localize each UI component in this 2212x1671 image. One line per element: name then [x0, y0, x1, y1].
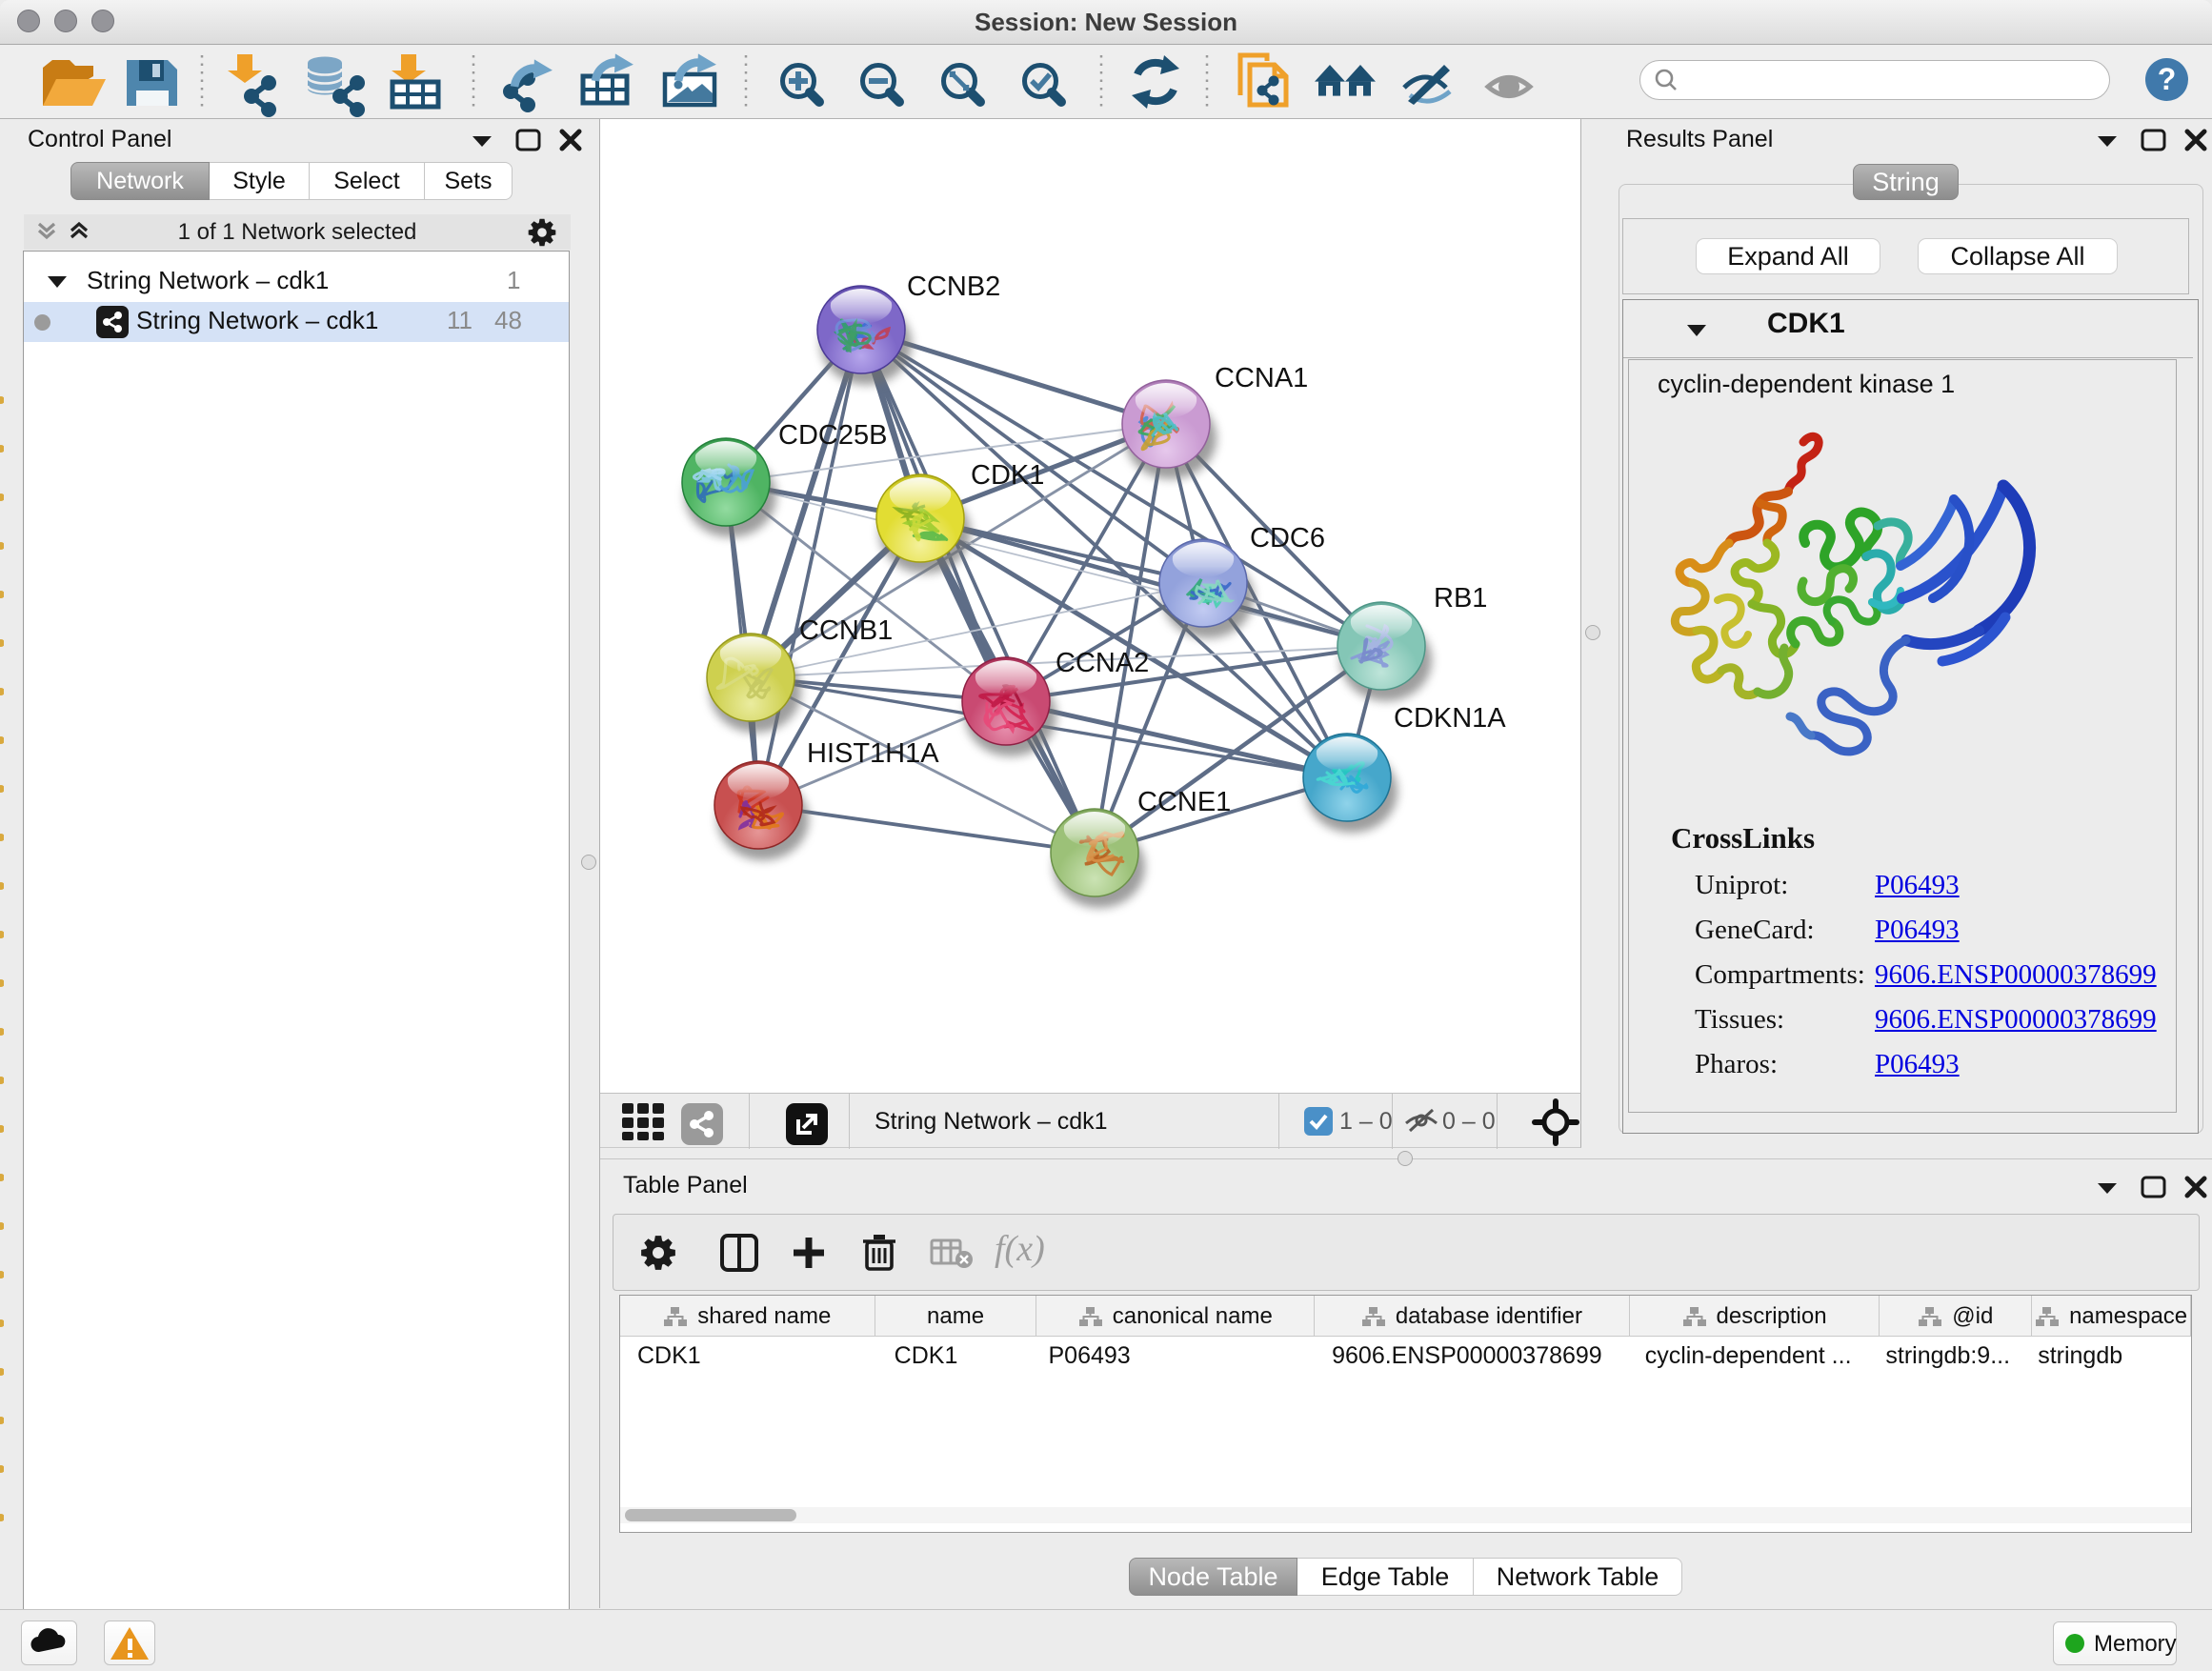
svg-text:CCNB2: CCNB2 [907, 272, 1000, 302]
svg-text:CDC25B: CDC25B [778, 420, 887, 451]
svg-text:CCNA2: CCNA2 [1056, 648, 1149, 678]
svg-text:CCNB1: CCNB1 [799, 615, 893, 646]
svg-text:RB1: RB1 [1434, 583, 1487, 614]
svg-text:CDKN1A: CDKN1A [1394, 703, 1506, 734]
svg-text:HIST1H1A: HIST1H1A [807, 738, 939, 769]
svg-text:CCNE1: CCNE1 [1137, 787, 1231, 817]
svg-text:CDC6: CDC6 [1250, 523, 1325, 554]
svg-text:CDK1: CDK1 [971, 460, 1044, 491]
svg-text:CCNA1: CCNA1 [1215, 363, 1308, 393]
